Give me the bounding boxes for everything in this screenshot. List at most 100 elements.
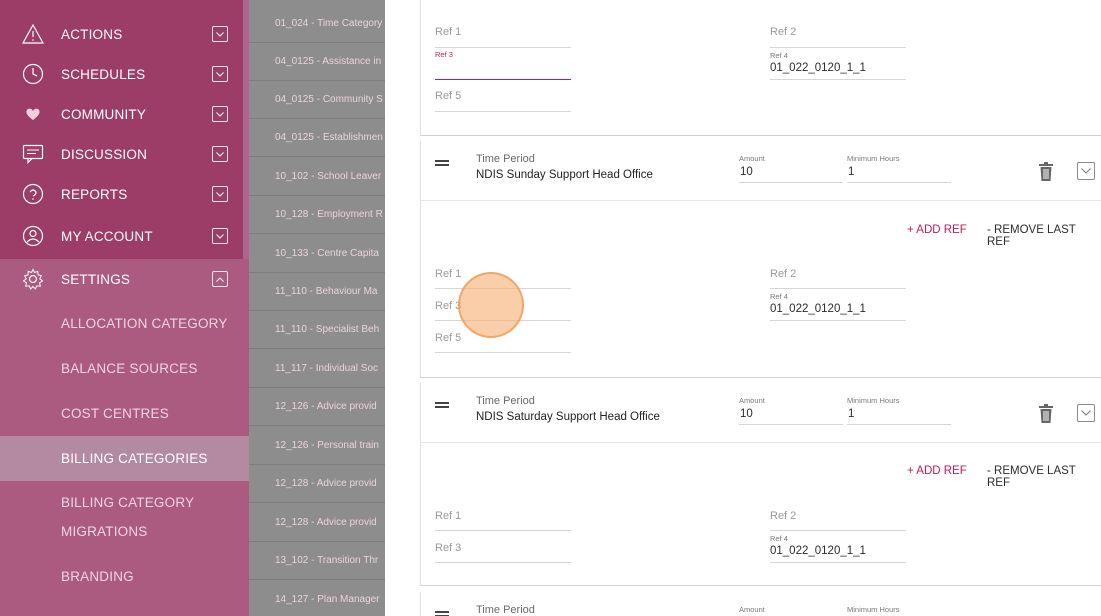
time-period-name: NDIS Saturday Support Head Office: [476, 411, 660, 423]
sidebar-sub-label: BALANCE SOURCES: [61, 361, 198, 376]
ref5-field[interactable]: Ref 5: [435, 84, 571, 112]
list-item-label: 11_110 - Behaviour Ma: [275, 286, 378, 297]
minimum-hours-field[interactable]: Minimum Hours 1: [847, 153, 951, 183]
minimum-hours-field[interactable]: Minimum Hours: [847, 604, 951, 616]
list-item-label: 12_126 - Personal train: [275, 440, 379, 451]
ref1-field[interactable]: Ref 1: [435, 505, 571, 531]
field-value: 10: [740, 408, 753, 420]
ref1-field[interactable]: Ref 1: [435, 20, 571, 48]
field-placeholder: Ref 5: [435, 332, 462, 344]
chevron-down-icon[interactable]: [212, 26, 228, 42]
sidebar-sub-label: BILLING CATEGORIES: [61, 451, 208, 466]
time-period-title: Time Period: [476, 604, 535, 616]
list-item-label: 01_024 - Time Category: [275, 18, 383, 29]
field-underline: [739, 182, 843, 183]
remove-last-ref-button[interactable]: - REMOVE LAST REF: [987, 465, 1101, 489]
sidebar-item-community[interactable]: COMMUNITY: [0, 94, 249, 134]
list-item-label: 10_128 - Employment R: [275, 209, 383, 220]
list-item[interactable]: 10_128 - Employment R: [249, 196, 385, 234]
trash-icon[interactable]: [1038, 162, 1054, 182]
trash-icon[interactable]: [1038, 404, 1054, 424]
field-value: 1: [848, 408, 855, 420]
list-item[interactable]: 04_0125 - Establishmen: [249, 119, 385, 157]
ref4-field[interactable]: Ref 4 01_022_0120_1_1: [770, 533, 906, 563]
list-item[interactable]: 12_126 - Advice provid: [249, 388, 385, 426]
field-underline: [770, 320, 906, 321]
amount-field[interactable]: Amount 10: [739, 395, 843, 425]
list-item[interactable]: 10_102 - School Leaver: [249, 158, 385, 196]
sidebar-sub-balance-sources[interactable]: BALANCE SOURCES: [0, 354, 249, 383]
sidebar-sub-allocation-category[interactable]: ALLOCATION CATEGORY: [0, 309, 249, 338]
field-underline: [435, 47, 571, 48]
field-underline: [770, 562, 906, 563]
sidebar-sub-billing-categories[interactable]: BILLING CATEGORIES: [0, 436, 249, 481]
ref4-field[interactable]: Ref 4 01_022_0120_1_1: [770, 50, 906, 80]
chevron-down-icon[interactable]: [212, 228, 228, 244]
chevron-down-icon[interactable]: [212, 66, 228, 82]
field-underline: [435, 352, 571, 353]
list-item[interactable]: 12_128 - Advice provid: [249, 504, 385, 542]
user-icon: [21, 224, 45, 248]
chevron-down-icon[interactable]: [212, 186, 228, 202]
list-item[interactable]: 12_128 - Advice provid: [249, 465, 385, 503]
chevron-down-icon[interactable]: [1077, 162, 1095, 180]
ref2-field[interactable]: Ref 2: [770, 263, 906, 289]
amount-field[interactable]: Amount 10: [739, 153, 843, 183]
drag-handle-icon[interactable]: [435, 160, 449, 168]
drag-handle-icon[interactable]: [435, 611, 449, 616]
field-placeholder: Ref 2: [770, 510, 797, 522]
sidebar-item-actions[interactable]: ACTIONS: [0, 14, 249, 54]
sidebar-item-my-account[interactable]: MY ACCOUNT: [0, 216, 249, 256]
field-underline: [770, 79, 906, 80]
field-underline: [770, 47, 906, 48]
field-value: 10: [740, 166, 753, 178]
field-label: Minimum Hours: [847, 396, 900, 405]
list-item[interactable]: 14_127 - Plan Manager: [249, 581, 385, 616]
field-underline: [847, 182, 951, 183]
sidebar-item-schedules[interactable]: SCHEDULES: [0, 54, 249, 94]
ref3-field[interactable]: Ref 3: [435, 537, 571, 563]
add-ref-button[interactable]: + ADD REF: [907, 465, 967, 477]
remove-last-ref-button[interactable]: - REMOVE LAST REF: [987, 224, 1101, 248]
list-item[interactable]: 11_117 - Individual Soc: [249, 350, 385, 388]
chevron-down-icon[interactable]: [212, 106, 228, 122]
sidebar-sub-cost-centres[interactable]: COST CENTRES: [0, 399, 249, 428]
chevron-up-icon[interactable]: [212, 271, 228, 287]
minimum-hours-field[interactable]: Minimum Hours 1: [847, 395, 951, 425]
list-item-label: 11_110 - Specialist Beh: [275, 324, 380, 335]
field-label: Minimum Hours: [847, 154, 900, 163]
ref2-field[interactable]: Ref 2: [770, 505, 906, 531]
field-underline: [770, 288, 906, 289]
list-item[interactable]: 10_133 - Centre Capita: [249, 235, 385, 273]
amount-field[interactable]: Amount: [739, 604, 843, 616]
field-label: Amount: [739, 396, 765, 405]
list-item-label: 12_128 - Advice provid: [275, 478, 377, 489]
field-value: 01_022_0120_1_1: [770, 303, 866, 315]
chevron-down-icon[interactable]: [212, 146, 228, 162]
chevron-down-icon[interactable]: [1077, 404, 1095, 422]
list-item[interactable]: 11_110 - Specialist Beh: [249, 311, 385, 349]
sidebar-item-discussion[interactable]: DISCUSSION: [0, 134, 249, 174]
sidebar-item-reports[interactable]: REPORTS: [0, 174, 249, 214]
sidebar-item-label: MY ACCOUNT: [61, 228, 153, 244]
field-value: 01_022_0120_1_1: [770, 545, 866, 557]
gear-icon: [21, 267, 45, 291]
sidebar-item-label: REPORTS: [61, 186, 128, 202]
sidebar-sub-billing-category-migrations[interactable]: BILLING CATEGORY MIGRATIONS: [0, 488, 249, 546]
ref2-field[interactable]: Ref 2: [770, 20, 906, 48]
list-item[interactable]: 01_024 - Time Category: [249, 5, 385, 43]
sidebar-sub-branding[interactable]: BRANDING: [0, 562, 249, 591]
list-item[interactable]: 12_126 - Personal train: [249, 427, 385, 465]
ref4-field[interactable]: Ref 4 01_022_0120_1_1: [770, 291, 906, 321]
sidebar-item-settings[interactable]: SETTINGS: [0, 259, 249, 299]
field-label: Ref 3: [435, 50, 453, 59]
list-item-label: 13_102 - Transition Thr: [275, 555, 379, 566]
field-label: Amount: [739, 154, 765, 163]
list-item[interactable]: 13_102 - Transition Thr: [249, 542, 385, 580]
list-item[interactable]: 04_0125 - Assistance in: [249, 43, 385, 81]
ref3-field[interactable]: Ref 3: [435, 50, 571, 80]
drag-handle-icon[interactable]: [435, 402, 449, 410]
add-ref-button[interactable]: + ADD REF: [907, 224, 967, 236]
list-item[interactable]: 04_0125 - Community S: [249, 81, 385, 119]
list-item[interactable]: 11_110 - Behaviour Ma: [249, 273, 385, 311]
